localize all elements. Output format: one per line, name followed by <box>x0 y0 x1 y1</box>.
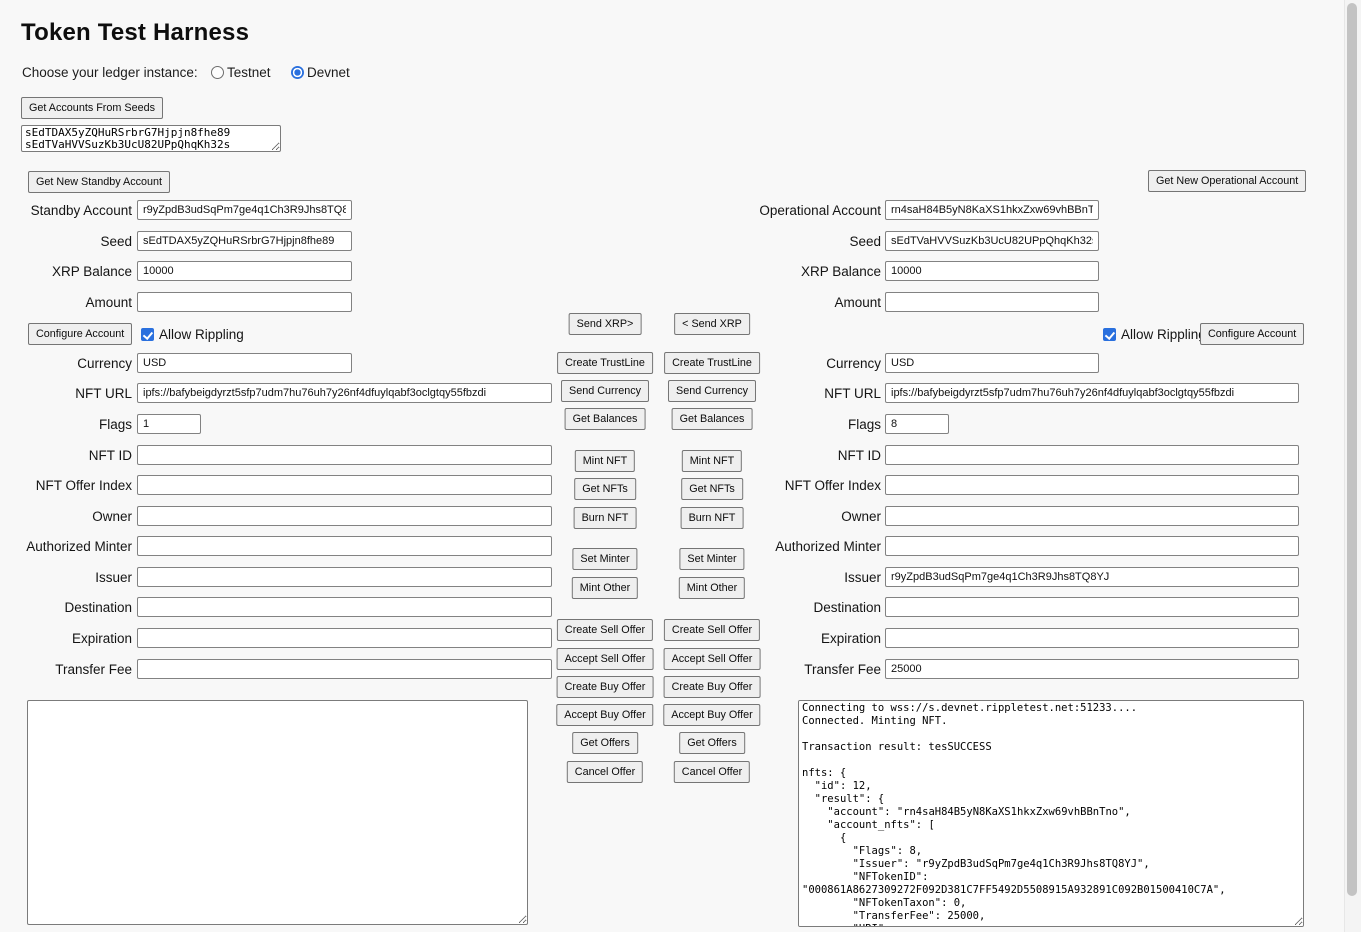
page-title: Token Test Harness <box>21 19 249 47</box>
operational-amount-input[interactable] <box>885 292 1099 312</box>
standby-cancel-offer-button[interactable]: Cancel Offer <box>567 761 643 783</box>
operational-transfer-fee-label: Transfer Fee <box>701 662 881 677</box>
operational-destination-label: Destination <box>701 600 881 615</box>
operational-create-buy-offer-button[interactable]: Create Buy Offer <box>664 676 761 698</box>
standby-accept-sell-offer-button[interactable]: Accept Sell Offer <box>557 648 654 670</box>
standby-results-textarea[interactable] <box>27 700 528 925</box>
standby-nft-offer-index-label: NFT Offer Index <box>0 478 132 493</box>
operational-flags-input[interactable] <box>885 414 949 434</box>
operational-cancel-offer-button[interactable]: Cancel Offer <box>674 761 750 783</box>
standby-create-buy-offer-button[interactable]: Create Buy Offer <box>557 676 654 698</box>
standby-destination-label: Destination <box>0 600 132 615</box>
operational-configure-account-button[interactable]: Configure Account <box>1200 323 1304 345</box>
standby-configure-account-button[interactable]: Configure Account <box>28 323 132 345</box>
standby-destination-input[interactable] <box>137 597 552 617</box>
standby-allow-rippling-label: Allow Rippling <box>159 327 244 342</box>
operational-issuer-input[interactable] <box>885 567 1299 587</box>
operational-currency-label: Currency <box>701 356 881 371</box>
operational-nft-url-label: NFT URL <box>701 386 881 401</box>
get-new-standby-account-button[interactable]: Get New Standby Account <box>28 171 170 193</box>
standby-amount-input[interactable] <box>137 292 352 312</box>
standby-get-offers-button[interactable]: Get Offers <box>572 732 638 754</box>
standby-account-input[interactable] <box>137 200 352 220</box>
operational-accept-buy-offer-button[interactable]: Accept Buy Offer <box>663 704 760 726</box>
standby-issuer-label: Issuer <box>0 570 132 585</box>
operational-account-label: Operational Account <box>701 203 881 218</box>
operational-expiration-label: Expiration <box>701 631 881 646</box>
standby-get-nfts-button[interactable]: Get NFTs <box>574 478 636 500</box>
standby-currency-input[interactable] <box>137 353 352 373</box>
standby-get-balances-button[interactable]: Get Balances <box>565 408 646 430</box>
operational-transfer-fee-input[interactable] <box>885 659 1299 679</box>
standby-set-minter-button[interactable]: Set Minter <box>572 548 637 570</box>
testnet-radio-label: Testnet <box>227 65 271 80</box>
page-scrollbar-thumb[interactable] <box>1347 3 1357 896</box>
operational-xrp-balance-label: XRP Balance <box>701 264 881 279</box>
operational-nft-id-input[interactable] <box>885 445 1299 465</box>
operational-destination-input[interactable] <box>885 597 1299 617</box>
standby-nft-id-label: NFT ID <box>0 448 132 463</box>
standby-xrp-balance-input[interactable] <box>137 261 352 281</box>
standby-flags-input[interactable] <box>137 414 201 434</box>
standby-allow-rippling-checkbox[interactable] <box>141 328 154 341</box>
operational-flags-label: Flags <box>701 417 881 432</box>
operational-owner-label: Owner <box>701 509 881 524</box>
operational-expiration-input[interactable] <box>885 628 1299 648</box>
standby-burn-nft-button[interactable]: Burn NFT <box>574 507 637 529</box>
standby-send-xrp-button[interactable]: Send XRP> <box>569 313 642 335</box>
operational-account-input[interactable] <box>885 200 1099 220</box>
operational-currency-input[interactable] <box>885 353 1099 373</box>
standby-xrp-balance-label: XRP Balance <box>0 264 132 279</box>
operational-nft-url-input[interactable] <box>885 383 1299 403</box>
operational-owner-input[interactable] <box>885 506 1299 526</box>
operational-issuer-label: Issuer <box>701 570 881 585</box>
standby-transfer-fee-label: Transfer Fee <box>0 662 132 677</box>
devnet-radio-label: Devnet <box>307 65 350 80</box>
standby-issuer-input[interactable] <box>137 567 552 587</box>
standby-seed-input[interactable] <box>137 231 352 251</box>
standby-create-sell-offer-button[interactable]: Create Sell Offer <box>557 619 653 641</box>
operational-seed-input[interactable] <box>885 231 1099 251</box>
standby-nft-offer-index-input[interactable] <box>137 475 552 495</box>
standby-send-currency-button[interactable]: Send Currency <box>561 380 649 402</box>
standby-account-label: Standby Account <box>0 203 132 218</box>
standby-authorized-minter-input[interactable] <box>137 536 552 556</box>
operational-xrp-balance-input[interactable] <box>885 261 1099 281</box>
standby-transfer-fee-input[interactable] <box>137 659 552 679</box>
standby-authorized-minter-label: Authorized Minter <box>0 539 132 554</box>
standby-accept-buy-offer-button[interactable]: Accept Buy Offer <box>556 704 653 726</box>
get-accounts-from-seeds-button[interactable]: Get Accounts From Seeds <box>21 97 163 119</box>
ledger-instance-prompt: Choose your ledger instance: <box>22 65 198 80</box>
operational-allow-rippling-label: Allow Rippling <box>1121 327 1206 342</box>
standby-amount-label: Amount <box>0 295 132 310</box>
standby-nft-url-input[interactable] <box>137 383 552 403</box>
standby-create-trustline-button[interactable]: Create TrustLine <box>557 352 653 374</box>
standby-nft-id-input[interactable] <box>137 445 552 465</box>
operational-seed-label: Seed <box>701 234 881 249</box>
operational-authorized-minter-label: Authorized Minter <box>701 539 881 554</box>
operational-send-xrp-button[interactable]: < Send XRP <box>674 313 750 335</box>
operational-nft-id-label: NFT ID <box>701 448 881 463</box>
operational-nft-offer-index-input[interactable] <box>885 475 1299 495</box>
standby-expiration-input[interactable] <box>137 628 552 648</box>
operational-authorized-minter-input[interactable] <box>885 536 1299 556</box>
seeds-textarea[interactable]: sEdTDAX5yZQHuRSrbrG7Hjpjn8fhe89 sEdTVaHV… <box>21 125 281 152</box>
standby-seed-label: Seed <box>0 234 132 249</box>
get-new-operational-account-button[interactable]: Get New Operational Account <box>1148 170 1306 192</box>
standby-mint-other-button[interactable]: Mint Other <box>572 577 638 599</box>
standby-expiration-label: Expiration <box>0 631 132 646</box>
standby-owner-label: Owner <box>0 509 132 524</box>
operational-get-offers-button[interactable]: Get Offers <box>679 732 745 754</box>
standby-currency-label: Currency <box>0 356 132 371</box>
operational-allow-rippling-checkbox[interactable] <box>1103 328 1116 341</box>
standby-owner-input[interactable] <box>137 506 552 526</box>
devnet-radio[interactable] <box>291 66 304 79</box>
operational-results-textarea[interactable]: Connecting to wss://s.devnet.rippletest.… <box>798 700 1304 927</box>
standby-flags-label: Flags <box>0 417 132 432</box>
operational-nft-offer-index-label: NFT Offer Index <box>701 478 881 493</box>
operational-amount-label: Amount <box>701 295 881 310</box>
testnet-radio[interactable] <box>211 66 224 79</box>
standby-nft-url-label: NFT URL <box>0 386 132 401</box>
standby-mint-nft-button[interactable]: Mint NFT <box>575 450 635 472</box>
